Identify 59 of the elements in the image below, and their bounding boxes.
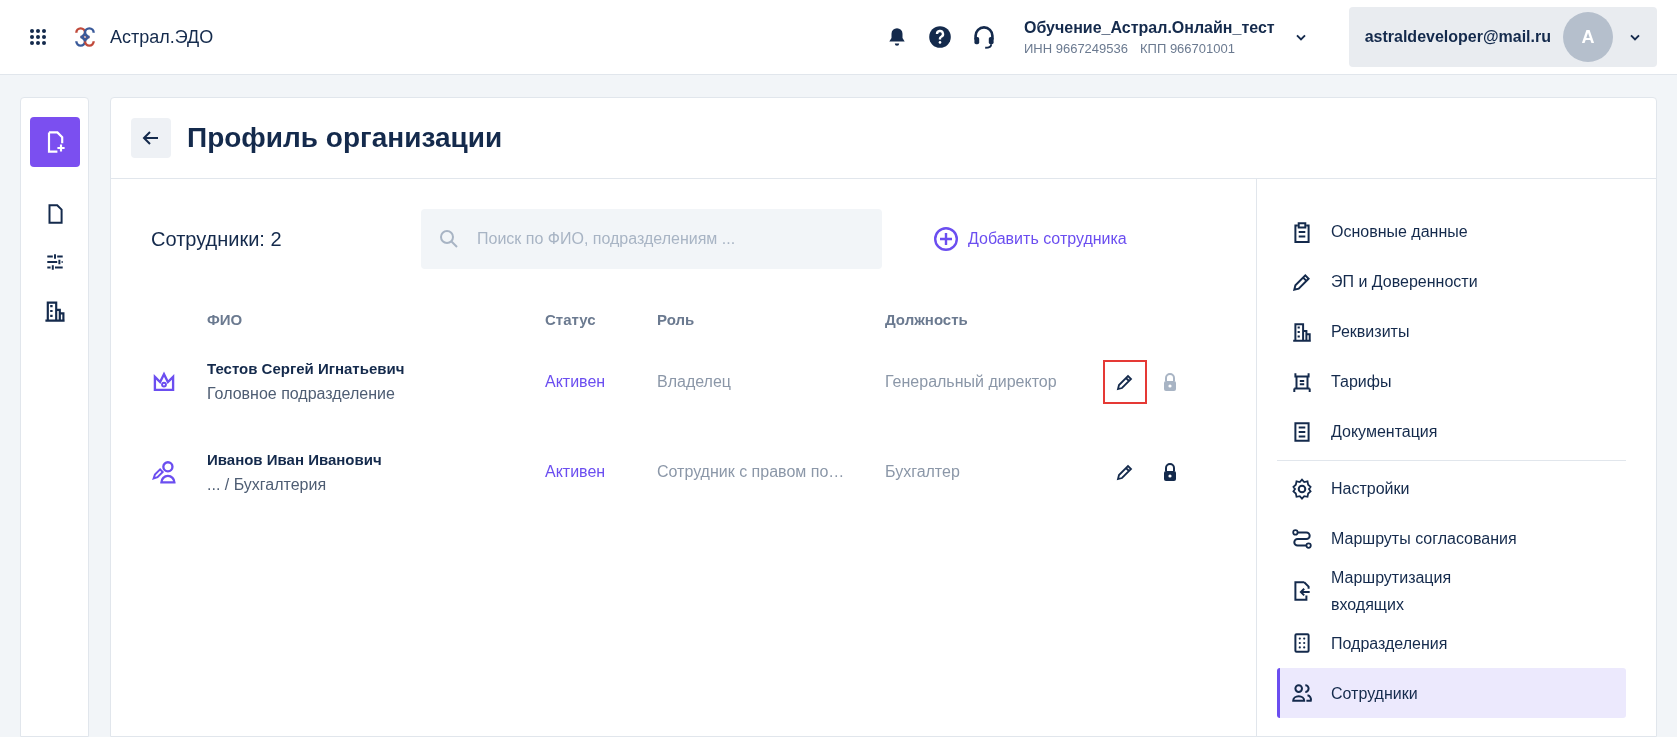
status-text: Активен <box>545 372 607 391</box>
employee-name: Иванов Иван Иванович <box>207 450 383 468</box>
status-text: Активен <box>545 463 607 481</box>
headset-icon <box>971 25 996 49</box>
page-title: Профиль организации <box>187 122 503 154</box>
profile-menu-item[interactable]: Маршрутизация входящих <box>1277 564 1626 619</box>
user-menu-button[interactable]: astraldeveloper@mail.ru А <box>1348 7 1657 67</box>
role-text: Владелец <box>657 372 732 391</box>
profile-menu-item[interactable]: Документация <box>1277 407 1626 457</box>
avatar: А <box>1563 12 1613 62</box>
column-header: ФИО <box>207 310 244 328</box>
kpp-text: КПП 966701001 <box>1140 40 1235 56</box>
person-pen-icon <box>151 459 177 485</box>
help-button[interactable] <box>927 25 952 49</box>
document-icon <box>1291 421 1313 443</box>
back-button[interactable] <box>131 118 171 158</box>
organization-name: Обучение_Астрал.Онлайн_тест <box>1023 18 1275 37</box>
employee-unit: Головное подразделение <box>207 385 396 403</box>
profile-menu-item[interactable]: Основные данные <box>1277 207 1626 257</box>
office-icon <box>1291 632 1313 655</box>
position-text: Бухгалтер <box>885 463 961 481</box>
stand-icon <box>1291 371 1313 393</box>
settings-icon <box>1291 478 1313 500</box>
profile-menu-item[interactable]: Реквизиты <box>1277 307 1626 357</box>
clipboard-icon <box>1291 221 1313 243</box>
role-text: Сотрудник с правом по… <box>657 463 846 481</box>
edit-button[interactable] <box>1103 359 1147 404</box>
building-icon <box>42 299 67 323</box>
search-icon <box>439 229 459 249</box>
column-header: Роль <box>657 310 696 328</box>
employees-count: Сотрудники: 2 <box>151 227 283 251</box>
profile-menu-item[interactable]: ЭП и Доверенности <box>1277 257 1626 307</box>
app-name: Астрал.ЭДО <box>110 26 214 48</box>
grid-icon <box>28 27 48 47</box>
apps-menu-button[interactable] <box>28 27 48 47</box>
profile-menu-item[interactable]: Настройки <box>1277 464 1626 514</box>
route-icon <box>1291 528 1313 550</box>
search-field[interactable]: Поиск по ФИО, подразделениям ... <box>421 209 882 269</box>
position-text: Генеральный директор <box>885 372 1058 391</box>
building-icon <box>1291 321 1313 343</box>
support-button[interactable] <box>971 25 996 49</box>
help-icon <box>927 25 952 49</box>
profile-menu-item[interactable]: Подразделения <box>1277 618 1626 669</box>
profile-menu-item[interactable]: Тарифы <box>1277 357 1626 407</box>
people-icon <box>1291 682 1313 705</box>
profile-menu-item[interactable]: Сотрудники <box>1277 668 1626 719</box>
column-header: Статус <box>545 310 597 328</box>
pen-icon <box>1291 271 1313 293</box>
column-header: Должность <box>885 310 969 328</box>
employee-unit: ... / Бухгалтерия <box>207 475 328 494</box>
file-arrow-icon <box>1291 580 1313 603</box>
profile-menu-item[interactable]: Маршруты согласования <box>1277 514 1626 564</box>
new-document-button[interactable] <box>29 117 80 167</box>
inn-text: ИНН 9667249536 <box>1023 40 1128 56</box>
logo-icon <box>72 24 98 50</box>
pencil-icon <box>1115 462 1135 482</box>
plus-circle-icon <box>934 227 958 251</box>
employee-name: Тестов Сергей Игнатьевич <box>207 360 406 377</box>
add-employee-button[interactable]: Добавить сотрудника <box>934 227 1127 251</box>
